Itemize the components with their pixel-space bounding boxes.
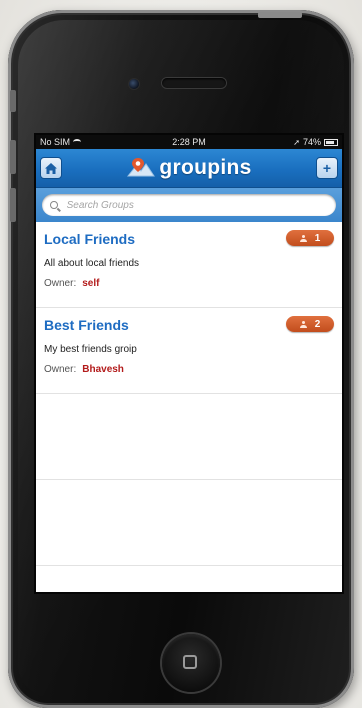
add-group-button[interactable]: + xyxy=(316,157,338,179)
front-camera xyxy=(129,79,139,89)
app-brand: groupins xyxy=(126,156,251,180)
list-item[interactable]: Best Friends 2 My best friends groip Own… xyxy=(36,308,342,394)
home-square-icon xyxy=(183,655,197,669)
navigation-bar: groupins + xyxy=(36,149,342,188)
location-arrow-icon: ➚ xyxy=(293,137,300,147)
volume-up-button xyxy=(10,140,16,174)
volume-down-button xyxy=(10,188,16,222)
member-count: 1 xyxy=(314,232,321,244)
owner-label: Owner: xyxy=(44,364,77,375)
power-button xyxy=(258,12,302,18)
list-item[interactable]: Local Friends 1 All about local friends … xyxy=(36,222,342,308)
status-bar: No SIM 2:28 PM ➚ 74% xyxy=(36,135,342,149)
search-icon xyxy=(50,201,58,209)
empty-list-row xyxy=(36,394,342,480)
mute-switch xyxy=(10,90,16,112)
groupins-logo-icon xyxy=(127,158,156,177)
home-hardware-button[interactable] xyxy=(162,634,220,692)
person-icon xyxy=(299,234,307,242)
empty-list-row xyxy=(36,480,342,566)
member-count-badge[interactable]: 2 xyxy=(286,316,334,332)
background: No SIM 2:28 PM ➚ 74% groupins + Search G… xyxy=(0,0,362,708)
battery-icon xyxy=(324,138,338,146)
owner-label: Owner: xyxy=(44,278,77,289)
earpiece-speaker xyxy=(162,78,226,88)
group-description: My best friends groip xyxy=(44,344,137,355)
wifi-icon xyxy=(73,139,82,145)
clock: 2:28 PM xyxy=(172,137,206,147)
owner-name: Bhavesh xyxy=(82,364,124,375)
member-count: 2 xyxy=(314,318,321,330)
carrier-label: No SIM xyxy=(40,137,71,147)
group-description: All about local friends xyxy=(44,258,140,269)
groups-list: Local Friends 1 All about local friends … xyxy=(36,222,342,566)
phone-screen: No SIM 2:28 PM ➚ 74% groupins + Search G… xyxy=(36,135,342,592)
owner-row: Owner: self xyxy=(44,278,334,289)
home-button[interactable] xyxy=(40,157,62,179)
search-box[interactable] xyxy=(42,194,336,216)
add-icon: + xyxy=(322,160,332,176)
brand-name: groupins xyxy=(159,156,252,179)
search-bar xyxy=(36,188,342,222)
search-input[interactable] xyxy=(64,198,328,212)
person-icon xyxy=(299,320,307,328)
owner-row: Owner: Bhavesh xyxy=(44,364,334,375)
member-count-badge[interactable]: 1 xyxy=(286,230,334,246)
battery-percent: 74% xyxy=(302,137,321,147)
home-icon xyxy=(45,162,57,174)
owner-name: self xyxy=(82,278,100,289)
